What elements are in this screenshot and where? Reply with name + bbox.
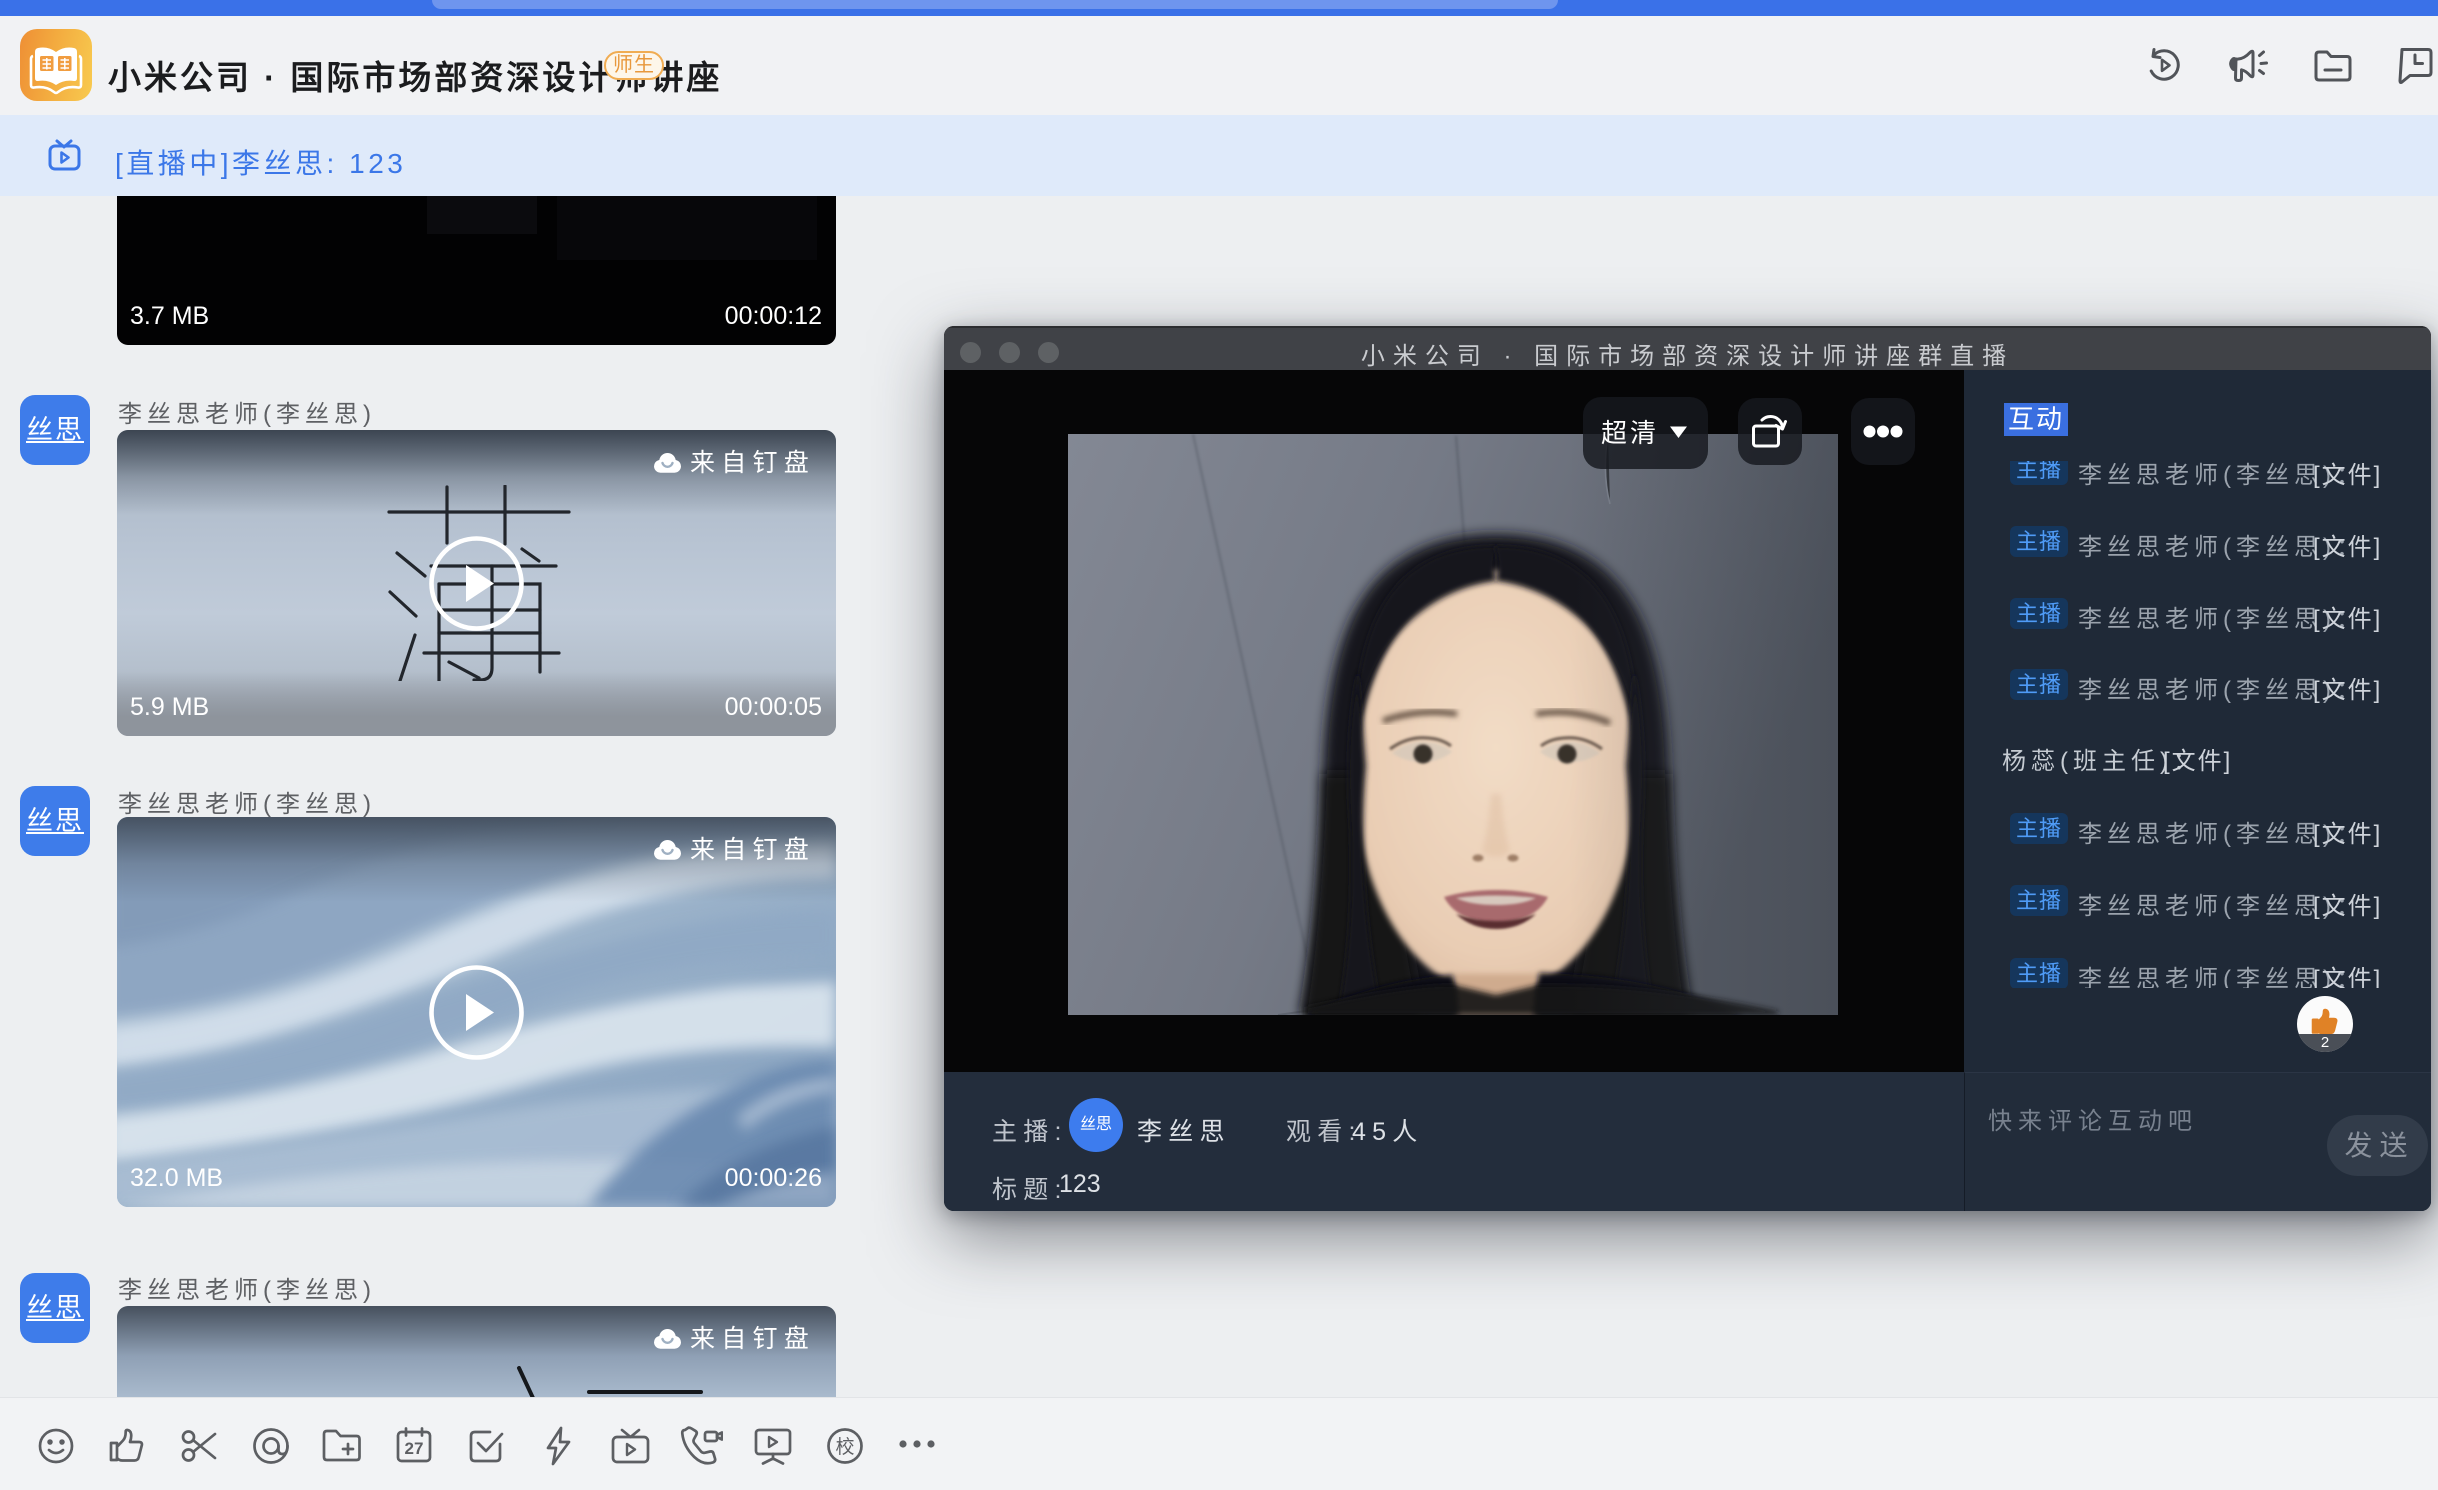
svg-text:27: 27 bbox=[405, 1439, 424, 1458]
svg-text:校: 校 bbox=[835, 1436, 854, 1458]
